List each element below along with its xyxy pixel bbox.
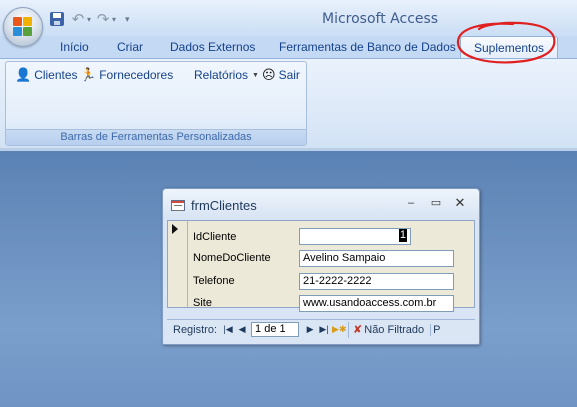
registro-label: Registro: — [173, 323, 218, 336]
close-icon[interactable]: ✕ — [453, 196, 467, 210]
clientes-button[interactable]: 👤 Clientes — [15, 68, 78, 82]
undo-icon: ↶ — [71, 10, 85, 28]
redo-button[interactable]: ↷ — [94, 10, 112, 28]
redo-dropdown-icon[interactable]: ▾ — [112, 15, 116, 24]
telefone-label: Telefone — [193, 275, 235, 287]
clientes-label: Clientes — [34, 68, 78, 82]
form-icon — [171, 200, 185, 211]
form-title: frmClientes — [191, 198, 257, 213]
tab-inicio[interactable]: Início — [60, 40, 89, 54]
last-record-icon[interactable]: ▶| — [318, 324, 330, 335]
telefone-field[interactable]: 21-2222-2222 — [299, 273, 454, 290]
minimize-icon[interactable]: – — [404, 196, 418, 210]
new-record-icon[interactable]: ▶✱ — [332, 324, 346, 335]
form-body: IdCliente 1 NomeDoCliente Avelino Sampai… — [167, 220, 475, 312]
fornecedores-button[interactable]: 🏃 Fornecedores — [80, 68, 173, 82]
idcliente-field[interactable]: 1 — [299, 228, 411, 245]
current-record-field[interactable]: 1 de 1 — [251, 322, 300, 337]
tab-ferramentas-banco-dados[interactable]: Ferramentas de Banco de Dados — [279, 40, 456, 54]
quick-access-toolbar: ↶ ▾ ↷ ▾ ▾ — [48, 9, 130, 29]
sair-label: Sair — [278, 68, 300, 82]
form-title-bar[interactable]: frmClientes – ▭ ✕ — [163, 189, 479, 220]
relatorios-button[interactable]: Relatórios ▼ — [194, 68, 259, 82]
current-record-icon — [172, 224, 178, 234]
customize-dropdown-icon[interactable]: ▾ — [125, 14, 130, 25]
runner-icon: 🏃 — [80, 67, 97, 83]
nav-separator — [348, 321, 350, 338]
office-button[interactable] — [3, 7, 43, 47]
nomedocliente-label: NomeDoCliente — [193, 252, 271, 264]
filter-status[interactable]: Não Filtrado — [364, 324, 424, 336]
save-icon — [50, 12, 64, 26]
first-record-icon[interactable]: |◀ — [222, 324, 234, 335]
maximize-icon[interactable]: ▭ — [429, 196, 443, 210]
office-logo-icon — [13, 17, 33, 37]
frown-face-icon: ☹ — [262, 67, 276, 83]
group-caption: Barras de Ferramentas Personalizadas — [6, 129, 306, 145]
tab-criar[interactable]: Criar — [117, 40, 143, 54]
next-record-icon[interactable]: ▶ — [304, 324, 316, 335]
idcliente-value: 1 — [398, 229, 407, 242]
sair-button[interactable]: ☹ Sair — [262, 68, 300, 82]
tab-dados-externos[interactable]: Dados Externos — [170, 40, 255, 54]
save-button[interactable] — [48, 10, 66, 28]
undo-dropdown-icon[interactable]: ▾ — [87, 15, 91, 24]
site-label: Site — [193, 297, 212, 309]
custom-toolbars-group: 👤 Clientes 🏃 Fornecedores Relatórios ▼ ☹… — [5, 61, 307, 146]
idcliente-label: IdCliente — [193, 231, 237, 243]
undo-button[interactable]: ↶ — [69, 10, 87, 28]
relatorios-label: Relatórios — [194, 68, 249, 82]
previous-record-icon[interactable]: ◀ — [236, 324, 248, 335]
filter-icon: ✘ — [353, 324, 363, 336]
app-title: Microsoft Access — [322, 11, 439, 27]
form-window: frmClientes – ▭ ✕ IdCliente 1 NomeDoClie… — [162, 188, 480, 345]
annotation-circle — [456, 21, 556, 64]
search-field[interactable]: P — [430, 323, 441, 336]
nomedocliente-field[interactable]: Avelino Sampaio — [299, 250, 454, 267]
dropdown-caret-icon: ▼ — [252, 71, 259, 79]
person-icon: 👤 — [15, 67, 32, 83]
fornecedores-label: Fornecedores — [99, 68, 174, 82]
record-selector[interactable] — [168, 221, 188, 307]
redo-icon: ↷ — [96, 10, 110, 28]
site-field[interactable]: www.usandoaccess.com.br — [299, 295, 454, 312]
ribbon: 👤 Clientes 🏃 Fornecedores Relatórios ▼ ☹… — [0, 58, 577, 148]
record-navigation-bar: Registro: |◀ ◀ 1 de 1 ▶ ▶| ▶✱ ✘ Não Filt… — [167, 319, 475, 339]
